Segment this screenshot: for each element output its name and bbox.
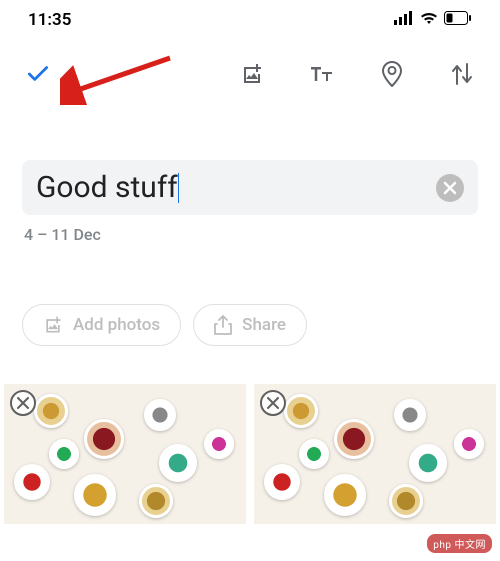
status-indicators: [394, 10, 472, 30]
date-range: 4 – 11 Dec: [24, 225, 478, 244]
clear-title-button[interactable]: [436, 174, 464, 202]
add-image-icon: [240, 62, 264, 86]
text-style-icon: [309, 62, 335, 86]
photo-grid: [0, 384, 500, 524]
remove-photo-button[interactable]: [260, 390, 286, 416]
sort-button[interactable]: [448, 60, 476, 88]
remove-photo-button[interactable]: [10, 390, 36, 416]
status-time: 11:35: [28, 10, 71, 30]
location-pin-icon: [381, 61, 403, 87]
add-image-icon: [43, 315, 63, 335]
watermark: php 中文网: [427, 534, 492, 553]
location-button[interactable]: [378, 60, 406, 88]
close-icon: [17, 397, 29, 409]
action-row: Add photos Share: [0, 304, 500, 346]
confirm-button[interactable]: [24, 60, 52, 88]
text-style-button[interactable]: [308, 60, 336, 88]
check-icon: [25, 61, 51, 87]
toolbar: [0, 52, 500, 96]
title-input-wrap[interactable]: Good stuff: [22, 160, 478, 215]
close-icon: [443, 181, 457, 195]
title-input[interactable]: Good stuff: [36, 170, 178, 205]
battery-low-icon: [444, 10, 472, 30]
title-section: Good stuff 4 – 11 Dec: [0, 160, 500, 244]
signal-icon: [394, 10, 414, 30]
photo-item[interactable]: [254, 384, 496, 524]
add-photos-button[interactable]: Add photos: [22, 304, 181, 346]
status-bar: 11:35: [0, 0, 500, 36]
wifi-icon: [420, 10, 438, 30]
add-image-button[interactable]: [238, 60, 266, 88]
sort-arrows-icon: [451, 62, 473, 86]
share-icon: [214, 315, 232, 335]
close-icon: [267, 397, 279, 409]
share-label: Share: [242, 315, 286, 335]
share-button[interactable]: Share: [193, 304, 307, 346]
add-photos-label: Add photos: [73, 315, 160, 335]
photo-item[interactable]: [4, 384, 246, 524]
